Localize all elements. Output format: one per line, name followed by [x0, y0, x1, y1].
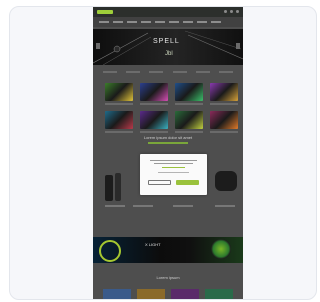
consent-policy-link[interactable]: [162, 167, 185, 168]
featured-item-image: [140, 111, 168, 129]
nav-item[interactable]: [169, 21, 179, 23]
product-caption: [133, 205, 153, 207]
search-icon[interactable]: [224, 10, 227, 13]
product-image[interactable]: [115, 173, 121, 201]
featured-item[interactable]: [175, 111, 203, 133]
featured-item[interactable]: [175, 83, 203, 105]
consent-text-line: [150, 160, 197, 161]
thumbnail[interactable]: [103, 289, 131, 299]
hero-subtitle: Jbl: [165, 51, 173, 57]
top-bar-icons: [224, 10, 239, 13]
thumbnail[interactable]: [171, 289, 199, 299]
cookie-consent-dialog: [140, 154, 207, 195]
hero-prev-icon[interactable]: [96, 43, 100, 49]
category-link[interactable]: [103, 71, 117, 73]
featured-grid: [105, 83, 238, 133]
user-icon[interactable]: [230, 10, 233, 13]
website-preview: SPELL Jbl Lorem ipsum dolor sit amet X L…: [93, 7, 243, 299]
featured-item[interactable]: [105, 111, 133, 133]
nav-item[interactable]: [127, 21, 137, 23]
featured-item-image: [210, 111, 238, 129]
featured-item-caption: [210, 103, 238, 105]
category-link[interactable]: [126, 71, 141, 73]
featured-item-image: [105, 83, 133, 101]
promo-product-image: [99, 240, 121, 262]
featured-item-caption: [175, 103, 203, 105]
featured-item-caption: [140, 131, 168, 133]
product-caption: [105, 205, 125, 207]
cart-icon[interactable]: [236, 10, 239, 13]
top-bar: [93, 7, 243, 17]
nav-item[interactable]: [113, 21, 123, 23]
featured-item-caption: [210, 131, 238, 133]
thumbnail[interactable]: [137, 289, 165, 299]
featured-item-image: [140, 83, 168, 101]
screenshot-card: SPELL Jbl Lorem ipsum dolor sit amet X L…: [9, 6, 317, 300]
category-link[interactable]: [172, 71, 187, 73]
featured-item[interactable]: [140, 111, 168, 133]
hero-next-icon[interactable]: [236, 43, 240, 49]
accept-button[interactable]: [176, 180, 199, 185]
product-caption: [173, 205, 193, 207]
hero-light-lines: [93, 30, 243, 65]
product-caption: [215, 205, 235, 207]
category-strip: [103, 71, 233, 75]
nav-item[interactable]: [99, 21, 109, 23]
hero-title: SPELL: [153, 38, 180, 45]
promo-banner[interactable]: X LIGHT: [93, 237, 243, 263]
nav-item[interactable]: [183, 21, 193, 23]
featured-item-caption: [105, 103, 133, 105]
promo-title: X LIGHT: [145, 242, 161, 247]
featured-item-image: [210, 83, 238, 101]
featured-item[interactable]: [210, 83, 238, 105]
bottom-thumbnails: [103, 289, 233, 299]
category-link[interactable]: [218, 71, 233, 73]
featured-item[interactable]: [105, 83, 133, 105]
thumbnail[interactable]: [205, 289, 233, 299]
featured-item-caption: [105, 131, 133, 133]
featured-item-image: [175, 83, 203, 101]
footer-section-title: Lorem ipsum: [156, 275, 180, 280]
product-image[interactable]: [105, 175, 113, 201]
consent-text-line: [154, 163, 193, 164]
featured-item[interactable]: [210, 111, 238, 133]
site-logo[interactable]: [97, 10, 113, 14]
nav-item[interactable]: [197, 21, 207, 23]
featured-item-image: [175, 111, 203, 129]
consent-text-line: [158, 172, 189, 173]
nav-item[interactable]: [155, 21, 165, 23]
category-link[interactable]: [195, 71, 210, 73]
section-link[interactable]: [148, 142, 188, 144]
consent-buttons: [148, 180, 199, 186]
nav-item[interactable]: [141, 21, 151, 23]
featured-item[interactable]: [140, 83, 168, 105]
category-link[interactable]: [149, 71, 164, 73]
featured-item-caption: [175, 131, 203, 133]
hero-banner[interactable]: SPELL Jbl: [93, 29, 243, 65]
decline-button[interactable]: [148, 180, 171, 185]
section-title: Lorem ipsum dolor sit amet: [143, 135, 193, 140]
nav-item[interactable]: [211, 21, 221, 23]
featured-item-image: [105, 111, 133, 129]
main-nav: [93, 17, 243, 27]
product-image[interactable]: [215, 171, 237, 191]
featured-item-caption: [140, 103, 168, 105]
promo-product-image: [211, 239, 231, 259]
